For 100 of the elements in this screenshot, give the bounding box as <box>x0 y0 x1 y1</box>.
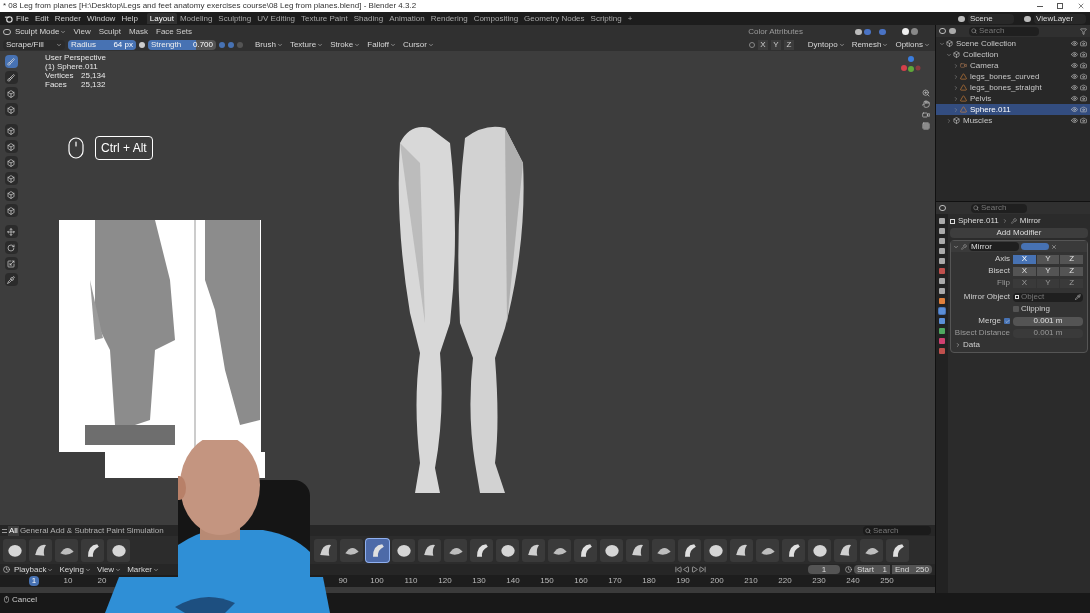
brush-thumbnail[interactable] <box>626 538 649 562</box>
outliner-row[interactable]: legs_bones_curved <box>936 71 1090 82</box>
brush-thumbnail[interactable] <box>730 538 753 562</box>
workspace-tab[interactable]: Scripting <box>587 13 625 24</box>
current-frame-marker[interactable]: 1 <box>28 576 40 586</box>
axis-toggle[interactable]: Y <box>1036 254 1060 264</box>
menu-button[interactable]: Render <box>51 12 84 25</box>
mode-dropdown[interactable]: Sculpt Mode <box>13 25 69 38</box>
menu-dropdown[interactable]: Falloff <box>365 38 398 51</box>
menu-dropdown[interactable]: Remesh <box>849 38 891 51</box>
menu-dropdown[interactable]: Stroke <box>328 38 363 51</box>
shelf-tab[interactable]: All <box>8 525 19 536</box>
workspace-tab[interactable]: Rendering <box>427 13 471 24</box>
hand-icon[interactable] <box>922 100 930 108</box>
minimize-icon[interactable] <box>1037 5 1043 7</box>
brush-thumbnail[interactable] <box>678 538 701 562</box>
view-layer-field[interactable]: ViewLayer <box>1034 13 1086 24</box>
close-icon[interactable] <box>1077 2 1085 10</box>
render-icon[interactable] <box>1080 117 1087 124</box>
brush-thumbnail[interactable] <box>782 538 805 562</box>
axis-toggle[interactable]: Z <box>1060 266 1083 276</box>
menu-button[interactable]: Sculpt <box>95 25 124 38</box>
brush-thumbnail[interactable] <box>548 538 571 562</box>
render-icon[interactable] <box>1080 40 1087 47</box>
menu-button[interactable]: View <box>70 25 94 38</box>
menu-dropdown[interactable]: Playback <box>12 563 56 576</box>
tool-button[interactable] <box>4 87 18 100</box>
outliner-row[interactable]: Scene Collection <box>936 38 1090 49</box>
visibility-icon[interactable] <box>1071 84 1078 91</box>
jump-end-icon[interactable] <box>699 566 706 573</box>
brush-thumbnail[interactable] <box>652 538 675 562</box>
brush-thumbnail[interactable] <box>418 538 441 562</box>
data-section-header[interactable]: Data <box>951 340 1087 350</box>
brush-thumbnail[interactable] <box>392 538 415 562</box>
outliner-row[interactable]: legs_bones_straight <box>936 82 1090 93</box>
visibility-icon[interactable] <box>1071 106 1078 113</box>
workspace-tab[interactable]: Shading <box>350 13 387 24</box>
axis-toggle[interactable]: Y <box>1036 266 1060 276</box>
menu-dropdown[interactable]: Options <box>893 38 932 51</box>
brush-thumbnail[interactable] <box>860 538 883 562</box>
workspace-tab[interactable]: UV Editing <box>254 13 299 24</box>
workspace-tab[interactable]: Layout <box>146 13 177 24</box>
play-icon[interactable] <box>691 566 698 573</box>
tool-preset-dropdown[interactable]: Scrape/Fill <box>3 39 65 50</box>
axis-toggle[interactable]: X <box>1013 266 1036 276</box>
symmetry-toggle[interactable]: Y <box>770 39 781 50</box>
symmetry-toggle[interactable]: Z <box>783 39 794 50</box>
filter-icon[interactable] <box>1080 27 1087 35</box>
render-icon[interactable] <box>1080 106 1087 113</box>
brush-thumbnail[interactable] <box>574 538 597 562</box>
brush-thumbnail[interactable] <box>600 538 623 562</box>
tool-button[interactable] <box>4 124 18 137</box>
radius-slider[interactable]: Radius 64 px <box>68 39 136 50</box>
brush-thumbnail[interactable] <box>107 538 130 562</box>
render-icon[interactable] <box>1080 84 1087 91</box>
outliner-search-field[interactable]: Search <box>969 26 1039 36</box>
visibility-icon[interactable] <box>1071 62 1078 69</box>
grid-icon[interactable] <box>922 122 930 130</box>
tool-button[interactable] <box>4 140 18 153</box>
workspace-tab[interactable]: Sculpting <box>215 13 255 24</box>
merge-checkbox[interactable] <box>1004 318 1010 324</box>
workspace-tab[interactable]: Geometry Nodes <box>521 13 588 24</box>
outliner-row[interactable]: Sphere.011 <box>936 104 1090 115</box>
visibility-icon[interactable] <box>1071 40 1078 47</box>
play-reverse-icon[interactable] <box>683 566 690 573</box>
brush-thumbnail[interactable] <box>366 538 389 562</box>
shelf-search-field[interactable]: Search <box>863 526 931 535</box>
outliner-row[interactable]: Collection <box>936 49 1090 60</box>
brush-thumbnail[interactable] <box>808 538 831 562</box>
tool-button[interactable] <box>4 257 18 270</box>
brush-thumbnail[interactable] <box>444 538 467 562</box>
outliner-row[interactable]: Pelvis <box>936 93 1090 104</box>
menu-button[interactable]: Help <box>118 12 141 25</box>
workspace-tab[interactable]: + <box>624 13 636 24</box>
tool-button[interactable] <box>4 71 18 84</box>
workspace-tab[interactable]: Texture Paint <box>298 13 351 24</box>
modifier-name-field[interactable]: Mirror <box>969 242 1019 251</box>
brush-thumbnail[interactable] <box>55 538 78 562</box>
menu-dropdown[interactable]: Marker <box>125 563 162 576</box>
merge-distance-field[interactable]: 0.001 m <box>1013 316 1083 326</box>
tool-button[interactable] <box>4 273 18 286</box>
workspace-tab[interactable]: Modeling <box>176 13 216 24</box>
camera-icon[interactable] <box>922 111 930 119</box>
render-icon[interactable] <box>1080 62 1087 69</box>
brush-thumbnail[interactable] <box>834 538 857 562</box>
shelf-tab[interactable]: General <box>18 525 50 536</box>
tool-button[interactable] <box>4 188 18 201</box>
tool-button[interactable] <box>4 204 18 217</box>
timeline-editor-icon[interactable] <box>3 566 10 573</box>
start-frame-field[interactable]: Start 1 <box>854 565 890 574</box>
end-frame-field[interactable]: End 250 <box>892 565 932 574</box>
tool-button[interactable] <box>4 172 18 185</box>
tool-button[interactable] <box>4 55 18 68</box>
tool-button[interactable] <box>4 225 18 238</box>
brush-thumbnail[interactable] <box>340 538 363 562</box>
eyedropper-icon[interactable] <box>1075 294 1081 300</box>
clipping-checkbox[interactable] <box>1013 306 1019 312</box>
render-icon[interactable] <box>1080 95 1087 102</box>
menu-button[interactable]: Mask <box>125 25 152 38</box>
properties-search-field[interactable]: Search <box>971 203 1027 213</box>
